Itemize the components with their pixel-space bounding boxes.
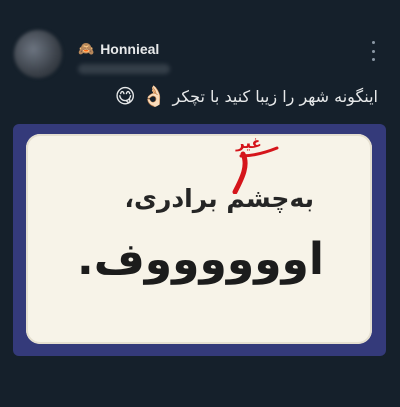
- more-vertical-icon: [371, 41, 375, 44]
- sign-line-1: به‌چشم برادری،: [124, 184, 314, 213]
- tweet-card[interactable]: 🙈 Honnieal اینگونه شهر را زیبا کنید با ت…: [0, 0, 400, 407]
- annotation-word: غیر: [236, 134, 262, 152]
- post-text-row: اینگونه شهر را زیبا کنید با تچکر 👌🏻 😋: [115, 86, 378, 106]
- more-options-button[interactable]: [368, 41, 378, 61]
- author-emoji: 🙈: [78, 41, 95, 57]
- yum-face-emoji: 😋: [114, 84, 136, 108]
- author-handle-blurred: [78, 64, 170, 74]
- author-row: 🙈 Honnieal: [78, 41, 159, 57]
- author-name[interactable]: Honnieal: [100, 41, 159, 57]
- ok-hand-emoji: 👌🏻: [141, 84, 167, 108]
- street-sign: غیر به‌چشم برادری، اووووووف.: [26, 134, 372, 344]
- avatar[interactable]: [14, 30, 62, 78]
- sign-line-2: اووووووف.: [76, 234, 324, 285]
- post-text: اینگونه شهر را زیبا کنید با تچکر: [172, 86, 378, 106]
- post-image[interactable]: غیر به‌چشم برادری، اووووووف.: [13, 124, 386, 356]
